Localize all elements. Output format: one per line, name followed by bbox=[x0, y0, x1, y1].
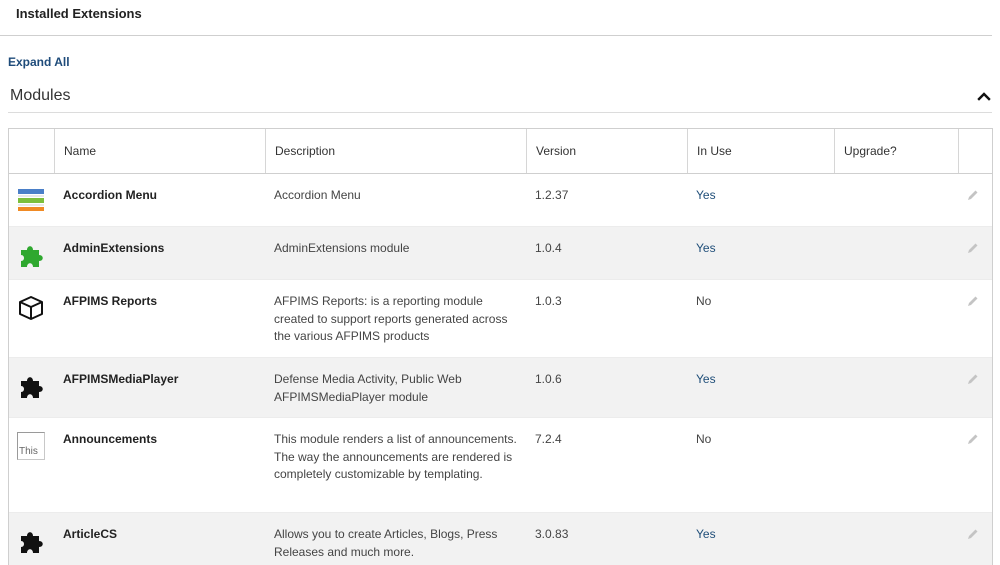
column-header-actions bbox=[959, 129, 992, 173]
extension-version: 1.0.6 bbox=[535, 372, 562, 386]
green-puzzle-icon bbox=[17, 227, 47, 275]
extension-name: ArticleCS bbox=[63, 527, 118, 541]
pencil-icon[interactable] bbox=[967, 513, 987, 546]
table-row[interactable]: ArticleCS Allows you to create Articles,… bbox=[9, 513, 992, 565]
broken-image-icon: This bbox=[17, 418, 47, 460]
broken-image-alt: This bbox=[17, 432, 45, 460]
table-row[interactable]: AFPIMSMediaPlayer Defense Media Activity… bbox=[9, 358, 992, 418]
extensions-table: Name Description Version In Use Upgrade?… bbox=[8, 128, 993, 565]
table-row[interactable]: This Announcements This module renders a… bbox=[9, 418, 992, 513]
extension-in-use: No bbox=[696, 294, 712, 308]
column-header-in-use[interactable]: In Use bbox=[688, 129, 835, 173]
column-header-upgrade[interactable]: Upgrade? bbox=[835, 129, 959, 173]
expand-all-link[interactable]: Expand All bbox=[8, 55, 70, 69]
pencil-icon[interactable] bbox=[967, 174, 987, 207]
page-title: Installed Extensions bbox=[16, 6, 142, 21]
table-header: Name Description Version In Use Upgrade? bbox=[9, 129, 992, 174]
black-puzzle-icon bbox=[17, 513, 47, 561]
extension-version: 3.0.83 bbox=[535, 527, 569, 541]
extension-version: 1.2.37 bbox=[535, 188, 569, 202]
column-header-icon bbox=[9, 129, 55, 173]
extension-in-use: Yes bbox=[696, 241, 716, 255]
table-row[interactable]: Accordion Menu Accordion Menu 1.2.37 Yes bbox=[9, 174, 992, 227]
extension-name: Accordion Menu bbox=[63, 188, 158, 202]
extension-description: Accordion Menu bbox=[274, 188, 361, 202]
modules-section-header[interactable]: Modules bbox=[8, 84, 992, 113]
extension-name: AFPIMSMediaPlayer bbox=[63, 372, 179, 386]
accordion-menu-icon bbox=[17, 174, 47, 218]
extension-in-use: Yes bbox=[696, 188, 716, 202]
cube-icon bbox=[17, 280, 47, 328]
extension-version: 1.0.3 bbox=[535, 294, 562, 308]
extension-description: Defense Media Activity, Public Web AFPIM… bbox=[274, 372, 462, 404]
extension-name: AdminExtensions bbox=[63, 241, 165, 255]
extension-description: Allows you to create Articles, Blogs, Pr… bbox=[274, 527, 498, 559]
extension-description: This module renders a list of announceme… bbox=[274, 432, 517, 482]
extension-version: 7.2.4 bbox=[535, 432, 562, 446]
chevron-up-icon[interactable] bbox=[976, 88, 992, 104]
extension-in-use: Yes bbox=[696, 372, 716, 386]
extension-in-use: No bbox=[696, 432, 712, 446]
pencil-icon[interactable] bbox=[967, 227, 987, 260]
table-row[interactable]: AFPIMS Reports AFPIMS Reports: is a repo… bbox=[9, 280, 992, 358]
black-puzzle-icon bbox=[17, 358, 47, 406]
column-header-version[interactable]: Version bbox=[527, 129, 688, 173]
extension-description: AFPIMS Reports: is a reporting module cr… bbox=[274, 294, 508, 344]
extension-version: 1.0.4 bbox=[535, 241, 562, 255]
extension-name: Announcements bbox=[63, 432, 158, 446]
section-title: Modules bbox=[10, 87, 71, 104]
table-row[interactable]: AdminExtensions AdminExtensions module 1… bbox=[9, 227, 992, 280]
column-header-name[interactable]: Name bbox=[55, 129, 266, 173]
pencil-icon[interactable] bbox=[967, 280, 987, 313]
extension-name: AFPIMS Reports bbox=[63, 294, 158, 308]
pencil-icon[interactable] bbox=[967, 358, 987, 391]
extension-description: AdminExtensions module bbox=[274, 241, 410, 255]
column-header-description[interactable]: Description bbox=[266, 129, 527, 173]
page-header: Installed Extensions bbox=[0, 0, 992, 36]
pencil-icon[interactable] bbox=[967, 418, 987, 451]
extension-in-use: Yes bbox=[696, 527, 716, 541]
